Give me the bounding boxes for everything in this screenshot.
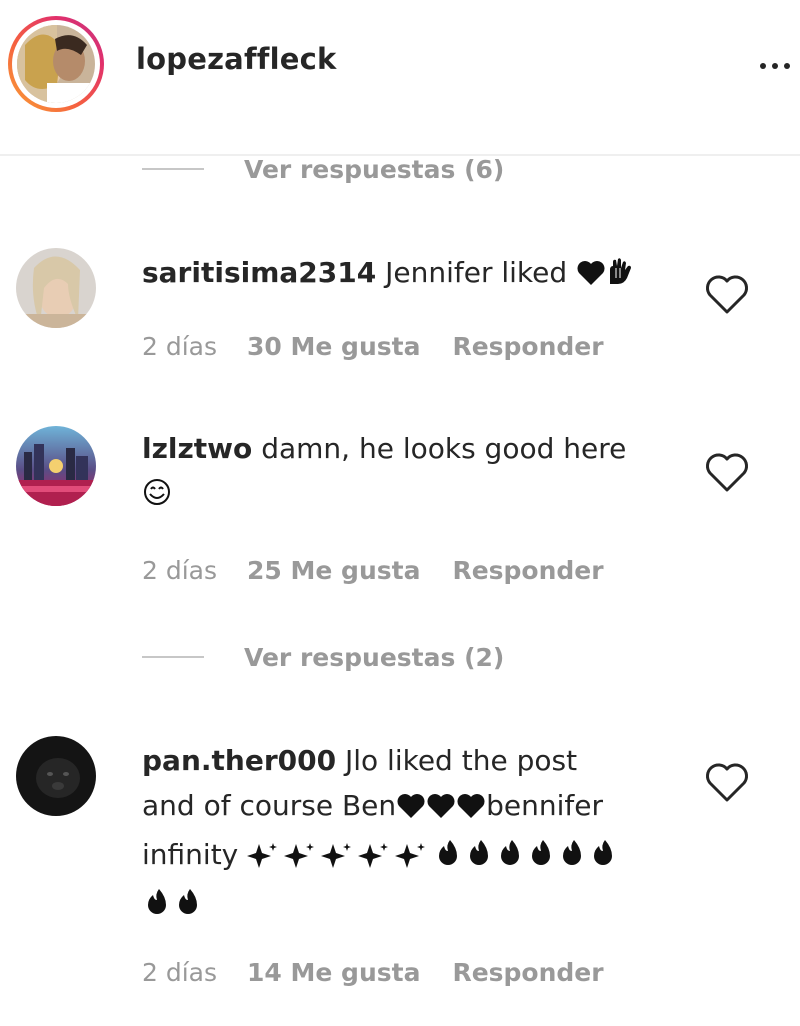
comment-text: Jennifer liked bbox=[385, 256, 568, 289]
comment-username[interactable]: lzlztwo bbox=[142, 432, 252, 465]
comment-text: bennifer bbox=[486, 789, 604, 822]
avatar[interactable] bbox=[16, 736, 96, 816]
avatar[interactable] bbox=[16, 248, 96, 328]
comment-text: infinity bbox=[142, 838, 239, 871]
fire-emoji-icon bbox=[433, 836, 633, 881]
reply-button[interactable]: Responder bbox=[452, 332, 603, 361]
comment-meta: 2 días 14 Me gusta Responder bbox=[142, 958, 604, 987]
more-options-icon[interactable] bbox=[760, 56, 800, 76]
like-heart-icon[interactable] bbox=[704, 762, 750, 804]
replies-divider bbox=[142, 168, 204, 170]
comment-body: saritisima2314 Jennifer liked bbox=[142, 250, 682, 299]
comment-text: Jlo liked the post bbox=[344, 744, 578, 777]
comments-panel: lopezaffleck Ver respuestas (6) saritisi… bbox=[0, 0, 800, 1026]
post-author-username[interactable]: lopezaffleck bbox=[136, 42, 336, 76]
comment-username[interactable]: saritisima2314 bbox=[142, 256, 376, 289]
view-replies-button[interactable]: Ver respuestas (6) bbox=[142, 152, 504, 186]
comment-timestamp[interactable]: 2 días bbox=[142, 332, 217, 361]
like-heart-icon[interactable] bbox=[704, 274, 750, 316]
raising-hands-icon bbox=[606, 254, 636, 299]
fire-emoji-icon bbox=[142, 885, 212, 930]
avatar[interactable] bbox=[17, 25, 95, 103]
replies-divider bbox=[142, 656, 204, 658]
comment-body: pan.ther000 Jlo liked the post and of co… bbox=[142, 738, 682, 930]
smiling-face-icon bbox=[142, 475, 172, 520]
reply-button[interactable]: Responder bbox=[452, 958, 603, 987]
comment-likes[interactable]: 30 Me gusta bbox=[247, 332, 420, 361]
view-replies-label[interactable]: Ver respuestas (2) bbox=[244, 643, 504, 672]
reply-button[interactable]: Responder bbox=[452, 556, 603, 585]
comment-meta: 2 días 30 Me gusta Responder bbox=[142, 332, 604, 361]
comment-username[interactable]: pan.ther000 bbox=[142, 744, 336, 777]
heart-emoji-icon bbox=[576, 254, 606, 299]
hearts-emoji-icon bbox=[396, 787, 486, 832]
comment-timestamp[interactable]: 2 días bbox=[142, 556, 217, 585]
comment-likes[interactable]: 25 Me gusta bbox=[247, 556, 420, 585]
post-header: lopezaffleck bbox=[0, 0, 800, 156]
comment-body: lzlztwo damn, he looks good here bbox=[142, 426, 682, 520]
comment-likes[interactable]: 14 Me gusta bbox=[247, 958, 420, 987]
comment-text: damn, he looks good here bbox=[261, 432, 627, 465]
comment-timestamp[interactable]: 2 días bbox=[142, 958, 217, 987]
story-ring[interactable] bbox=[8, 16, 104, 112]
like-heart-icon[interactable] bbox=[704, 452, 750, 494]
comment-meta: 2 días 25 Me gusta Responder bbox=[142, 556, 604, 585]
view-replies-label[interactable]: Ver respuestas (6) bbox=[244, 155, 504, 184]
view-replies-button[interactable]: Ver respuestas (2) bbox=[142, 640, 504, 674]
avatar[interactable] bbox=[16, 426, 96, 506]
comment-text: and of course Ben bbox=[142, 789, 397, 822]
sparkles-emoji-icon bbox=[247, 836, 433, 881]
